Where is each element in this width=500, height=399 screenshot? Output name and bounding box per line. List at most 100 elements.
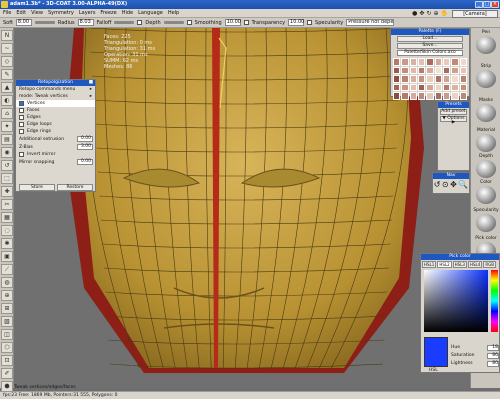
smoothing-field[interactable]: 10.00 xyxy=(224,19,241,26)
retopo-commands-menu[interactable]: Retopo commands menu ▸ xyxy=(16,86,95,93)
color-swatch[interactable] xyxy=(418,83,426,92)
left-tool-button[interactable]: ▦ xyxy=(1,212,13,223)
maximize-button[interactable]: □ xyxy=(483,1,491,8)
color-brush-button[interactable] xyxy=(476,186,496,204)
palette-save-button[interactable]: Save... xyxy=(397,43,463,49)
menu-hide[interactable]: Hide xyxy=(122,10,133,16)
option-faces[interactable]: Faces xyxy=(16,107,95,114)
lightness-field[interactable]: 80 xyxy=(487,361,499,367)
camera-dropdown[interactable]: [Camera] xyxy=(452,10,498,18)
left-tool-button[interactable]: ◐ xyxy=(1,95,13,106)
rotate-icon[interactable]: ↻ xyxy=(426,10,431,17)
color-swatch[interactable] xyxy=(451,92,459,100)
color-swatch[interactable] xyxy=(451,75,459,83)
color-swatch[interactable] xyxy=(443,83,451,92)
color-swatch[interactable] xyxy=(459,75,467,83)
tab-hsl2[interactable]: HSL2 xyxy=(437,261,452,268)
left-tool-button[interactable]: ⊡ xyxy=(1,355,13,366)
left-tool-button[interactable]: ▤ xyxy=(1,134,13,145)
left-tool-button[interactable]: ◫ xyxy=(1,329,13,340)
left-tool-button[interactable]: ⬡ xyxy=(1,342,13,353)
color-swatch[interactable] xyxy=(459,83,467,92)
palette-load-button[interactable]: Load... xyxy=(397,36,463,42)
specularity-brush-button[interactable] xyxy=(476,214,496,232)
orbit-icon[interactable]: ⊙ xyxy=(442,179,449,191)
move-icon[interactable]: ✥ xyxy=(450,179,457,191)
color-swatch[interactable] xyxy=(409,66,417,75)
color-swatch[interactable] xyxy=(459,58,467,66)
color-swatch[interactable] xyxy=(393,92,401,100)
left-tool-button[interactable]: ⊕ xyxy=(1,290,13,301)
color-swatch[interactable] xyxy=(409,92,417,100)
sphere-icon[interactable]: ● xyxy=(412,10,417,17)
color-swatch[interactable] xyxy=(451,83,459,92)
color-swatch[interactable] xyxy=(459,66,467,75)
color-swatch[interactable] xyxy=(426,66,434,75)
color-swatch[interactable] xyxy=(393,58,401,66)
color-swatch[interactable] xyxy=(393,83,401,92)
depth-brush-button[interactable] xyxy=(476,160,496,178)
color-swatch[interactable] xyxy=(401,66,409,75)
additional-extrusion-field[interactable]: 0.00 xyxy=(77,136,93,142)
color-swatch[interactable] xyxy=(459,92,467,100)
color-swatch[interactable] xyxy=(426,83,434,92)
color-swatch[interactable] xyxy=(418,92,426,100)
zoom-icon[interactable]: 🔍 xyxy=(458,179,468,191)
menu-help[interactable]: Help xyxy=(168,10,179,16)
color-swatch[interactable] xyxy=(393,66,401,75)
strip-brush-button[interactable] xyxy=(476,70,496,88)
palette-panel-header[interactable]: Palette (F) xyxy=(391,29,469,35)
transparency-field[interactable]: 10.00 xyxy=(288,19,304,26)
hue-slider[interactable] xyxy=(491,270,498,332)
color-swatch[interactable] xyxy=(451,58,459,66)
left-tool-button[interactable]: ◍ xyxy=(1,277,13,288)
checkbox[interactable] xyxy=(19,152,24,157)
menu-file[interactable]: File xyxy=(3,10,11,16)
left-tool-button[interactable]: ▧ xyxy=(1,316,13,327)
rotate-icon[interactable]: ↺ xyxy=(434,179,441,191)
option-edge-rings[interactable]: Edge rings xyxy=(16,128,95,135)
left-tool-button[interactable]: ◇ xyxy=(1,56,13,67)
left-tool-button[interactable]: ✱ xyxy=(1,238,13,249)
left-tool-button[interactable]: ✦ xyxy=(1,121,13,132)
menu-edit[interactable]: Edit xyxy=(16,10,26,16)
left-tool-button[interactable]: ⌂ xyxy=(1,108,13,119)
color-swatch[interactable] xyxy=(418,75,426,83)
color-swatch[interactable] xyxy=(409,83,417,92)
color-swatch[interactable] xyxy=(434,92,442,100)
option-vertices[interactable]: Vertices xyxy=(16,100,95,107)
specularity-checkbox[interactable] xyxy=(307,20,313,25)
falloff-slider[interactable] xyxy=(114,21,135,24)
hue-field[interactable]: 18 xyxy=(487,345,499,351)
tab-hsl4[interactable]: HSL4 xyxy=(467,261,483,268)
color-swatch[interactable] xyxy=(434,58,442,66)
pen-brush-button[interactable] xyxy=(476,36,496,54)
retopo-mode-menu[interactable]: mode: Tweak vertices ▸ xyxy=(16,93,95,100)
left-tool-button[interactable]: ↺ xyxy=(1,160,13,171)
checkbox[interactable] xyxy=(19,101,24,106)
checkbox[interactable] xyxy=(19,115,24,120)
zoom-icon[interactable]: ⊕ xyxy=(433,10,438,17)
saturation-lightness-picker[interactable] xyxy=(424,270,488,332)
color-swatch[interactable] xyxy=(401,75,409,83)
left-tool-button[interactable]: ▣ xyxy=(1,251,13,262)
menu-view[interactable]: View xyxy=(31,10,43,16)
color-swatch[interactable] xyxy=(426,58,434,66)
color-swatch[interactable] xyxy=(434,75,442,83)
menu-layers[interactable]: Layers xyxy=(79,10,96,16)
pressure-dropdown[interactable]: Pressure not dependen xyxy=(346,19,395,26)
presets-panel-header[interactable]: Presets xyxy=(438,102,469,108)
left-tool-button[interactable]: ◌ xyxy=(1,225,13,236)
menu-language[interactable]: Language xyxy=(138,10,163,16)
depth-checkbox[interactable] xyxy=(137,20,143,25)
add-preset-button[interactable]: Add preset xyxy=(440,109,467,115)
menu-symmetry[interactable]: Symmetry xyxy=(48,10,74,16)
color-swatch[interactable] xyxy=(401,83,409,92)
option-edges[interactable]: Edges xyxy=(16,114,95,121)
left-tool-button[interactable]: ⬚ xyxy=(1,173,13,184)
left-tool-button[interactable]: ✚ xyxy=(1,186,13,197)
left-tool-button[interactable]: N xyxy=(1,30,13,41)
checkbox[interactable] xyxy=(19,108,24,113)
color-swatch[interactable] xyxy=(451,66,459,75)
tab-hsl3[interactable]: HSL3 xyxy=(452,261,467,268)
